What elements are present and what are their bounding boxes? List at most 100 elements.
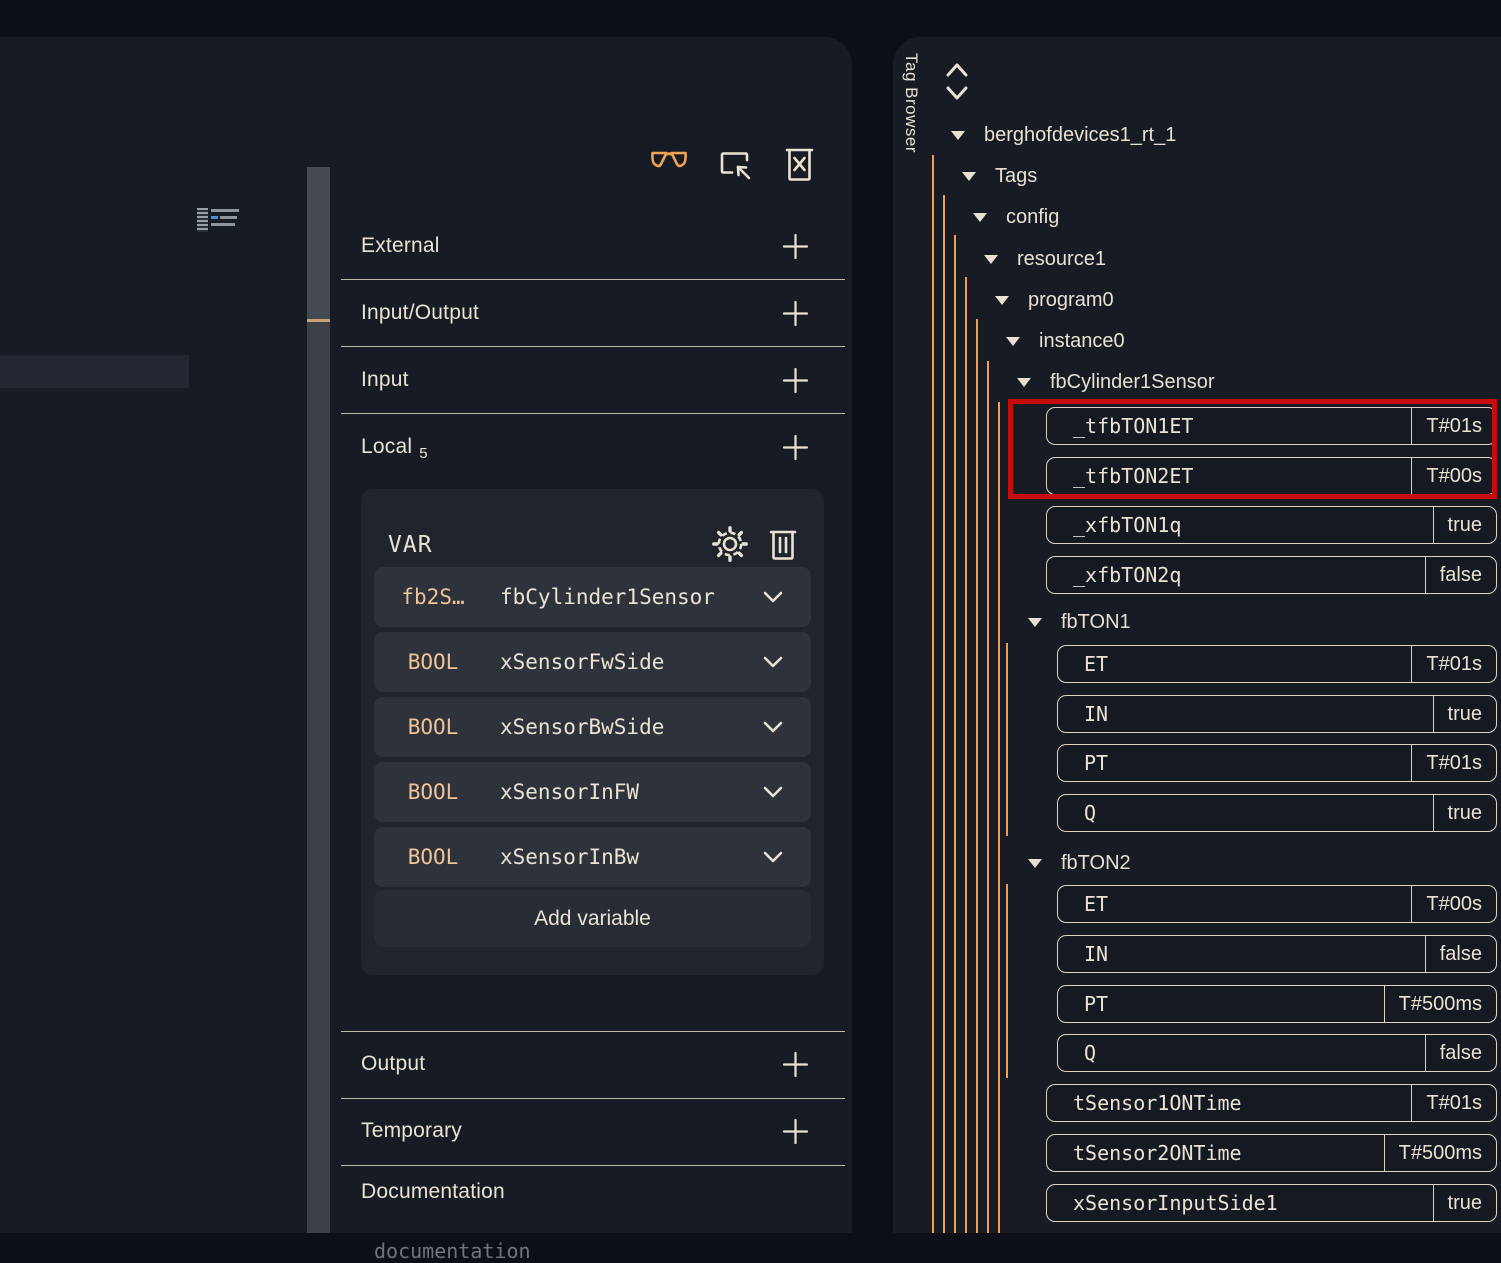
gear-icon[interactable] bbox=[711, 525, 749, 563]
tree-node-root[interactable]: berghofdevices1_rt_1 bbox=[951, 122, 1176, 148]
variable-row[interactable]: BOOL xSensorBwSide bbox=[374, 697, 811, 757]
expand-triangle-icon[interactable] bbox=[1017, 378, 1031, 387]
unfold-tree-icon[interactable] bbox=[944, 60, 970, 104]
vertical-scrollbar[interactable] bbox=[307, 167, 330, 1233]
watch-glasses-icon[interactable] bbox=[650, 149, 688, 177]
tag-value: true bbox=[1433, 1185, 1496, 1221]
section-label: Documentation bbox=[361, 1180, 505, 1204]
variable-row[interactable]: fb2S… fbCylinder1Sensor bbox=[374, 567, 811, 627]
expand-triangle-icon[interactable] bbox=[1006, 337, 1020, 346]
tree-node-fbcylinder1sensor[interactable]: fbCylinder1Sensor bbox=[1017, 369, 1215, 395]
tree-node-label: fbTON1 bbox=[1061, 611, 1131, 634]
tree-node-label: fbTON2 bbox=[1061, 852, 1131, 875]
expand-triangle-icon[interactable] bbox=[1028, 618, 1042, 627]
tag-row[interactable]: ET T#01s bbox=[1057, 645, 1497, 683]
divider bbox=[341, 346, 845, 347]
tree-guide-line bbox=[954, 235, 956, 1233]
dock-window-icon[interactable] bbox=[717, 147, 752, 180]
tree-node-fbton1[interactable]: fbTON1 bbox=[1028, 609, 1131, 635]
chevron-down-icon[interactable] bbox=[763, 721, 783, 733]
expand-triangle-icon[interactable] bbox=[962, 172, 976, 181]
add-input-output-button[interactable] bbox=[782, 300, 809, 327]
variable-row[interactable]: BOOL xSensorInFW bbox=[374, 762, 811, 822]
tree-guide-line bbox=[1006, 884, 1008, 1078]
tree-node-label: program0 bbox=[1028, 289, 1114, 312]
tree-node-config[interactable]: config bbox=[973, 204, 1059, 230]
tag-row[interactable]: xSensorInputSide1 true bbox=[1046, 1184, 1497, 1222]
tag-row[interactable]: _xfbTON1q true bbox=[1046, 506, 1497, 544]
var-card-title: VAR bbox=[388, 532, 433, 558]
section-label: Output bbox=[361, 1052, 425, 1076]
chevron-down-icon[interactable] bbox=[763, 851, 783, 863]
tag-name: ET bbox=[1058, 646, 1411, 682]
section-input-output: Input/Output bbox=[341, 298, 845, 328]
tree-node-program0[interactable]: program0 bbox=[995, 287, 1114, 313]
add-local-button[interactable] bbox=[782, 434, 809, 461]
tag-row[interactable]: Q false bbox=[1057, 1034, 1497, 1072]
tag-value: T#01s bbox=[1411, 1085, 1496, 1121]
tag-value: T#500ms bbox=[1384, 1135, 1496, 1171]
tag-name: ET bbox=[1058, 886, 1411, 922]
tag-row[interactable]: PT T#01s bbox=[1057, 744, 1497, 782]
tag-name: PT bbox=[1058, 745, 1411, 781]
tag-row[interactable]: IN false bbox=[1057, 935, 1497, 973]
add-output-button[interactable] bbox=[782, 1051, 809, 1078]
variable-row[interactable]: BOOL xSensorInBw bbox=[374, 827, 811, 887]
add-input-button[interactable] bbox=[782, 367, 809, 394]
chevron-down-icon[interactable] bbox=[763, 786, 783, 798]
tag-row[interactable]: tSensor2ONTime T#500ms bbox=[1046, 1134, 1497, 1172]
expand-triangle-icon[interactable] bbox=[984, 255, 998, 264]
red-annotation-box bbox=[1008, 399, 1497, 499]
chevron-down-icon[interactable] bbox=[763, 591, 783, 603]
tag-row[interactable]: Q true bbox=[1057, 794, 1497, 832]
tag-name: PT bbox=[1058, 986, 1384, 1022]
tree-node-resource1[interactable]: resource1 bbox=[984, 246, 1106, 272]
variable-name: xSensorInFW bbox=[500, 780, 639, 804]
tag-name: tSensor2ONTime bbox=[1047, 1135, 1384, 1171]
tag-value: T#01s bbox=[1411, 646, 1496, 682]
delete-var-section-icon[interactable] bbox=[767, 526, 799, 562]
tag-row[interactable]: tSensor1ONTime T#01s bbox=[1046, 1084, 1497, 1122]
variable-type: BOOL bbox=[374, 845, 492, 869]
expand-triangle-icon[interactable] bbox=[1028, 859, 1042, 868]
tag-row[interactable]: PT T#500ms bbox=[1057, 985, 1497, 1023]
section-label: Input/Output bbox=[361, 301, 479, 325]
section-output: Output bbox=[341, 1049, 845, 1079]
tag-browser-title: Tag Browser bbox=[901, 53, 921, 153]
variable-type: BOOL bbox=[374, 715, 492, 739]
delete-all-trash-icon[interactable] bbox=[783, 144, 816, 183]
tag-value: true bbox=[1433, 795, 1496, 831]
add-temporary-button[interactable] bbox=[782, 1118, 809, 1145]
divider bbox=[341, 413, 845, 414]
tree-node-tags[interactable]: Tags bbox=[962, 163, 1037, 189]
tree-node-fbton2[interactable]: fbTON2 bbox=[1028, 850, 1131, 876]
add-variable-button[interactable]: Add variable bbox=[374, 890, 811, 947]
tree-node-label: config bbox=[1006, 206, 1059, 229]
documentation-input[interactable]: documentation bbox=[374, 1239, 531, 1263]
tag-name: _xfbTON1q bbox=[1047, 507, 1433, 543]
expand-triangle-icon[interactable] bbox=[973, 213, 987, 222]
variable-row[interactable]: BOOL xSensorFwSide bbox=[374, 632, 811, 692]
divider bbox=[341, 1165, 845, 1166]
selected-canvas-block[interactable] bbox=[0, 355, 189, 388]
tag-row[interactable]: IN true bbox=[1057, 695, 1497, 733]
tag-value: T#01s bbox=[1411, 745, 1496, 781]
var-declaration-card: VAR fb2S… fbCylinder1Sensor bbox=[361, 489, 824, 975]
expand-triangle-icon[interactable] bbox=[951, 131, 965, 140]
tree-node-label: fbCylinder1Sensor bbox=[1050, 371, 1215, 394]
scrollbar-marker bbox=[307, 319, 330, 322]
expand-triangle-icon[interactable] bbox=[995, 296, 1009, 305]
tag-row[interactable]: ET T#00s bbox=[1057, 885, 1497, 923]
section-documentation: Documentation bbox=[341, 1177, 845, 1207]
tag-name: IN bbox=[1058, 696, 1433, 732]
tag-value: false bbox=[1425, 557, 1496, 593]
tag-row[interactable]: _xfbTON2q false bbox=[1046, 556, 1497, 594]
tree-node-instance0[interactable]: instance0 bbox=[1006, 328, 1125, 354]
variable-type: BOOL bbox=[374, 780, 492, 804]
tree-guide-line bbox=[943, 195, 945, 1233]
scrollbar-thumb[interactable] bbox=[307, 167, 330, 321]
tree-node-label: Tags bbox=[995, 165, 1037, 188]
section-local: Local 5 bbox=[341, 432, 845, 462]
chevron-down-icon[interactable] bbox=[763, 656, 783, 668]
add-external-button[interactable] bbox=[782, 233, 809, 260]
